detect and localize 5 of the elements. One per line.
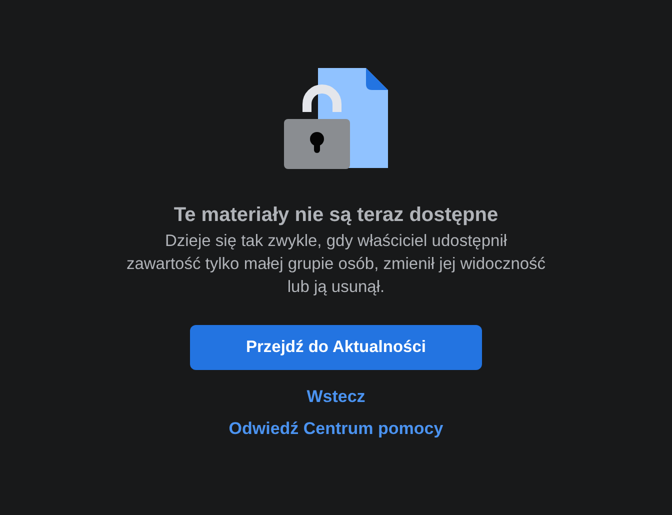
news-feed-button[interactable]: Przejdź do Aktualności <box>190 325 482 370</box>
help-center-link[interactable]: Odwiedź Centrum pomocy <box>228 418 444 440</box>
message-text: Dzieje się tak zwykle, gdy właściciel udostępnił zawartość tylko małej grupie osób, zmienił jej widoczność lub ją usunął. <box>126 231 546 298</box>
message-title: Te materiały nie są teraz dostępne <box>174 203 498 228</box>
back-link[interactable]: Wstecz <box>306 386 366 408</box>
